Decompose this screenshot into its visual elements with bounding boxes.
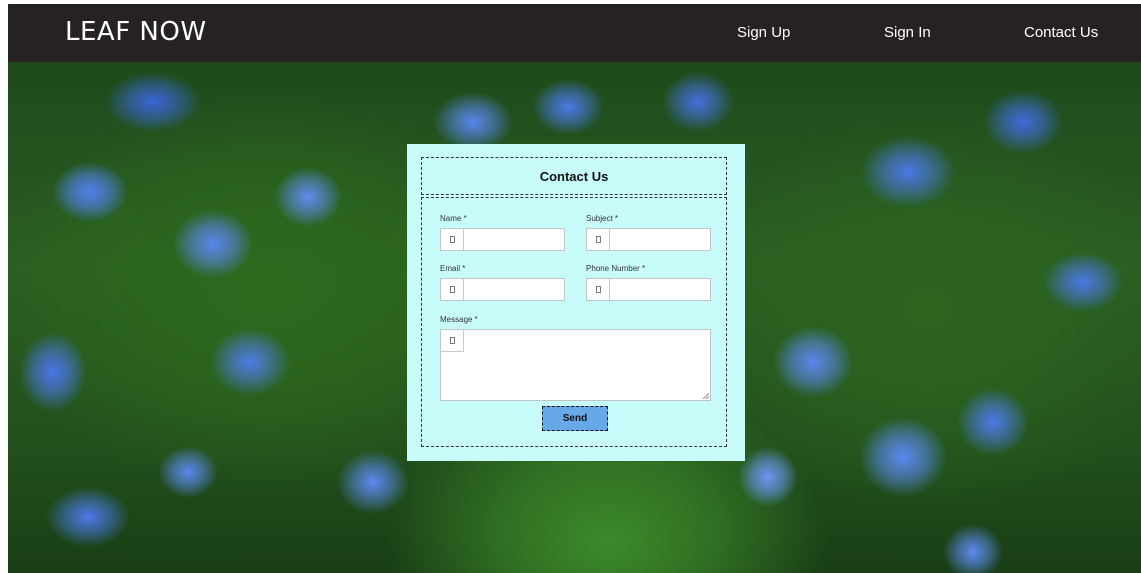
phone-field[interactable] (586, 278, 711, 301)
form-title: Contact Us (421, 157, 727, 195)
send-button[interactable]: Send (542, 406, 608, 431)
name-input[interactable] (465, 229, 565, 250)
nav-sign-up[interactable]: Sign Up (737, 24, 790, 41)
phone-label: Phone Number * (586, 264, 646, 273)
message-field-icon (441, 330, 464, 352)
email-input[interactable] (465, 279, 565, 300)
nav-sign-in[interactable]: Sign In (884, 24, 931, 41)
contact-form-card: Contact Us Name * Subject * Email * Phon… (407, 144, 745, 461)
email-field[interactable] (440, 278, 565, 301)
phone-field-icon (587, 279, 610, 300)
nav-contact-us[interactable]: Contact Us (1024, 24, 1098, 41)
subject-field-icon (587, 229, 610, 250)
subject-field[interactable] (586, 228, 711, 251)
email-label: Email * (440, 264, 466, 273)
resize-grip-icon[interactable] (703, 393, 709, 399)
message-label: Message * (440, 315, 478, 324)
phone-input[interactable] (611, 279, 711, 300)
name-field-icon (441, 229, 464, 250)
email-field-icon (441, 279, 464, 300)
page: LEAF NOW Sign Up Sign In Contact Us Cont… (8, 4, 1141, 573)
brand-logo[interactable]: LEAF NOW (65, 17, 207, 47)
navbar: LEAF NOW Sign Up Sign In Contact Us (8, 4, 1141, 62)
subject-input[interactable] (611, 229, 711, 250)
message-input[interactable] (465, 330, 711, 396)
message-field[interactable] (440, 329, 711, 401)
name-label: Name * (440, 214, 467, 223)
name-field[interactable] (440, 228, 565, 251)
subject-label: Subject * (586, 214, 619, 223)
